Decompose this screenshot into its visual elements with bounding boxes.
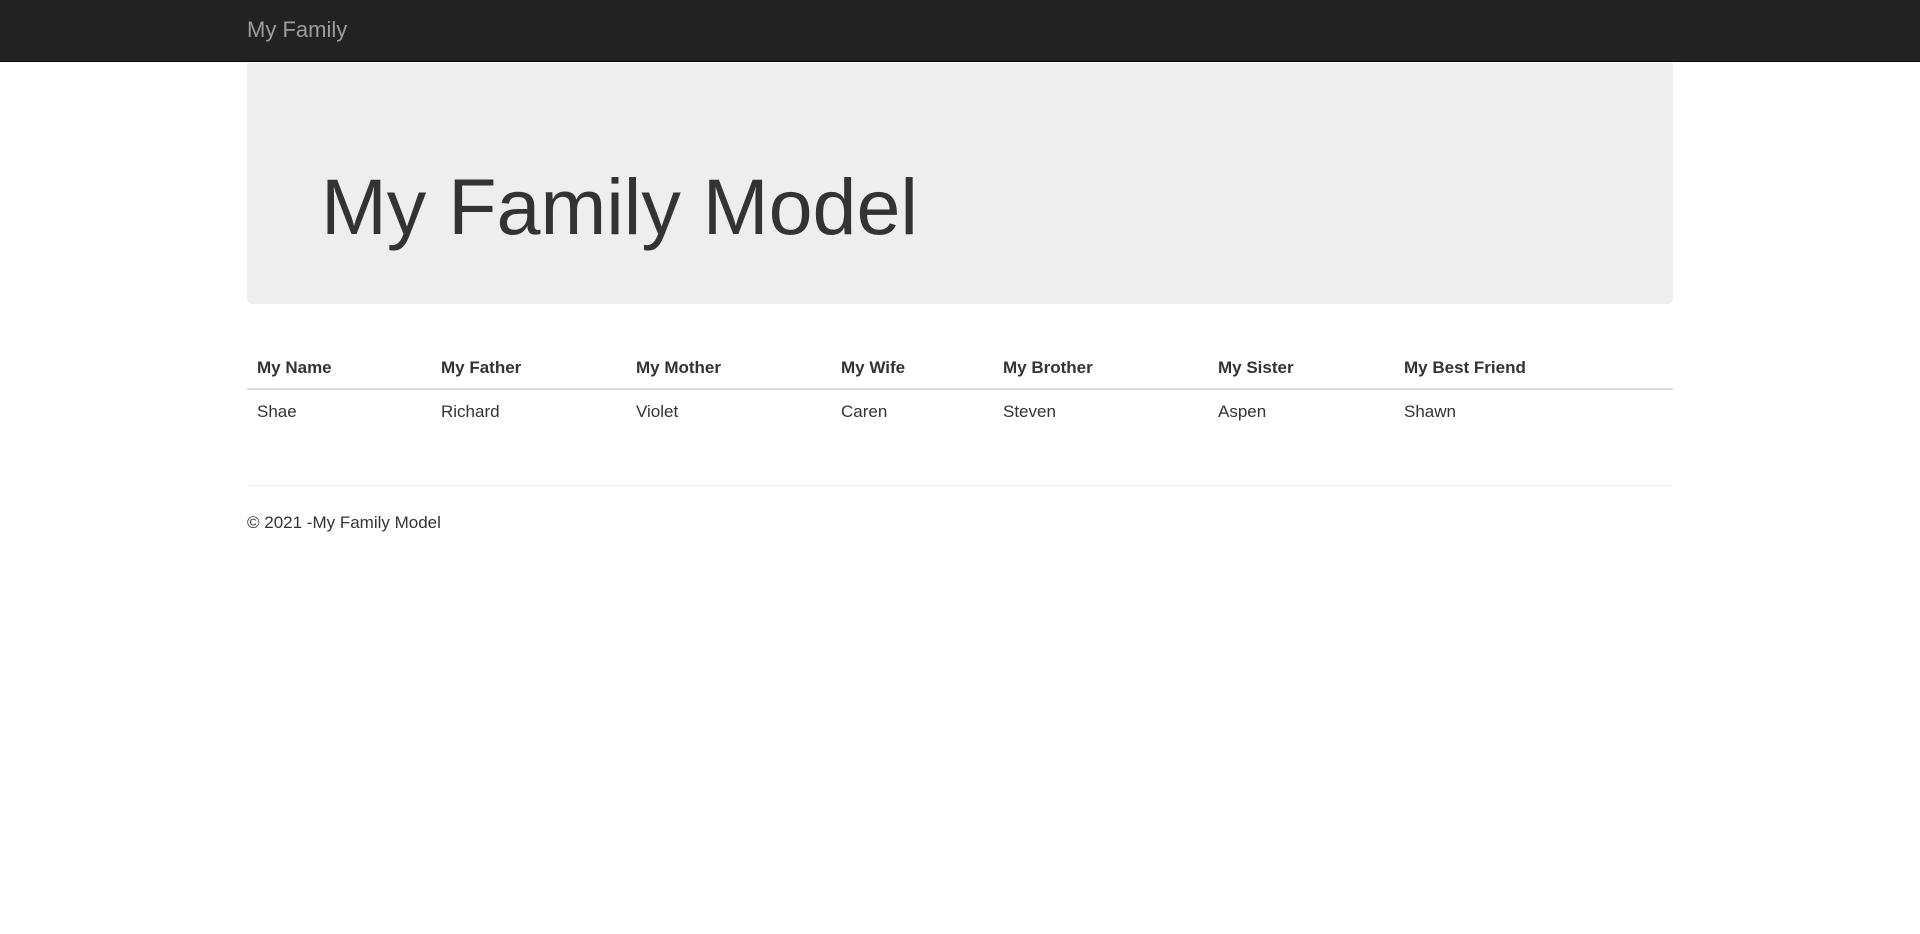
footer: © 2021 -My Family Model — [247, 512, 441, 534]
cell-my-brother: Steven — [1003, 402, 1056, 421]
page-title: My Family Model — [321, 162, 918, 251]
header-my-name: My Name — [247, 347, 431, 390]
header-my-mother: My Mother — [626, 347, 831, 390]
family-table: My Name My Father My Mother My Wife My B… — [247, 347, 1673, 434]
table-row: Shae Richard Violet Caren Steven Aspen S… — [247, 389, 1673, 434]
cell-my-best-friend: Shawn — [1404, 402, 1456, 421]
cell-my-father: Richard — [441, 402, 500, 421]
header-my-brother: My Brother — [993, 347, 1208, 390]
table-header-row: My Name My Father My Mother My Wife My B… — [247, 347, 1673, 390]
brand-link[interactable]: My Family — [247, 17, 347, 43]
header-my-wife: My Wife — [831, 347, 993, 390]
footer-divider — [247, 485, 1673, 486]
cell-my-mother: Violet — [636, 402, 679, 421]
header-my-father: My Father — [431, 347, 626, 390]
header-my-best-friend: My Best Friend — [1394, 347, 1673, 390]
cell-my-wife: Caren — [841, 402, 888, 421]
navbar: My Family — [0, 0, 1920, 62]
cell-my-name: Shae — [257, 402, 297, 421]
footer-text: © 2021 -My Family Model — [247, 513, 441, 532]
cell-my-sister: Aspen — [1218, 402, 1267, 421]
jumbotron: My Family Model — [247, 63, 1673, 304]
header-my-sister: My Sister — [1208, 347, 1394, 390]
